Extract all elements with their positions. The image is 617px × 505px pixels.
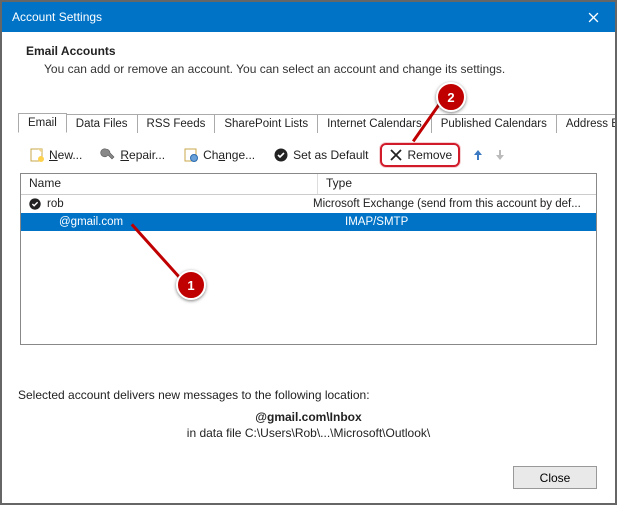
row-name: rob xyxy=(47,198,64,210)
remove-button[interactable]: Remove xyxy=(380,143,461,167)
remove-label: Remove xyxy=(408,148,453,162)
set-default-label: Set as Default xyxy=(293,148,368,162)
tabs-container: Email Data Files RSS Feeds SharePoint Li… xyxy=(18,110,599,345)
repair-label: Repair... xyxy=(120,148,165,162)
tab-data-files[interactable]: Data Files xyxy=(66,114,138,133)
new-icon xyxy=(29,147,45,163)
table-row[interactable]: rob Microsoft Exchange (send from this a… xyxy=(21,195,596,213)
tab-internet-calendars[interactable]: Internet Calendars xyxy=(317,114,432,133)
table-row[interactable]: @gmail.com IMAP/SMTP xyxy=(21,213,596,231)
tab-email[interactable]: Email xyxy=(18,113,67,133)
account-settings-window: Account Settings Email Accounts You can … xyxy=(0,0,617,505)
set-default-button[interactable]: Set as Default xyxy=(266,143,375,167)
tab-sharepoint-lists[interactable]: SharePoint Lists xyxy=(214,114,318,133)
header: Email Accounts You can add or remove an … xyxy=(2,32,615,80)
repair-button[interactable]: Repair... xyxy=(93,143,172,167)
row-type: IMAP/SMTP xyxy=(339,216,596,228)
tab-address-books[interactable]: Address Books xyxy=(556,114,617,133)
col-name[interactable]: Name xyxy=(21,174,318,194)
window-close-button[interactable] xyxy=(571,2,615,32)
reorder-arrows xyxy=(470,147,508,163)
toolbar: New... Repair... Change... xyxy=(18,137,599,173)
close-button[interactable]: Close xyxy=(513,466,597,489)
default-account-icon xyxy=(27,196,43,212)
footer-info: Selected account delivers new messages t… xyxy=(18,388,599,440)
arrow-down-icon[interactable] xyxy=(492,147,508,163)
check-circle-icon xyxy=(273,147,289,163)
change-button[interactable]: Change... xyxy=(176,143,262,167)
tab-rss-feeds[interactable]: RSS Feeds xyxy=(137,114,216,133)
tab-published-calendars[interactable]: Published Calendars xyxy=(431,114,557,133)
repair-icon xyxy=(100,147,116,163)
header-title: Email Accounts xyxy=(26,44,597,58)
annotation-badge-1: 1 xyxy=(176,270,206,300)
col-type[interactable]: Type xyxy=(318,174,596,194)
titlebar: Account Settings xyxy=(2,2,615,32)
grid-header: Name Type xyxy=(21,174,596,195)
grid-body: rob Microsoft Exchange (send from this a… xyxy=(21,195,596,231)
annotation-badge-2: 2 xyxy=(436,82,466,112)
new-label: New... xyxy=(49,148,82,162)
change-label: Change... xyxy=(203,148,255,162)
footer-line1: Selected account delivers new messages t… xyxy=(18,388,599,402)
row-name: @gmail.com xyxy=(59,216,123,228)
change-icon xyxy=(183,147,199,163)
header-subtitle: You can add or remove an account. You ca… xyxy=(44,62,597,76)
tab-row: Email Data Files RSS Feeds SharePoint Li… xyxy=(18,110,599,133)
arrow-up-icon[interactable] xyxy=(470,147,486,163)
footer-line3: in data file C:\Users\Rob\...\Microsoft\… xyxy=(18,426,599,440)
content-area: Email Accounts You can add or remove an … xyxy=(2,32,615,503)
accounts-grid: Name Type rob Microsoft Exchange (send f… xyxy=(20,173,597,345)
footer-line2: @gmail.com\Inbox xyxy=(18,410,599,424)
row-type: Microsoft Exchange (send from this accou… xyxy=(307,198,596,210)
window-title: Account Settings xyxy=(12,10,102,24)
close-icon xyxy=(588,12,599,23)
new-button[interactable]: New... xyxy=(22,143,89,167)
remove-icon xyxy=(388,147,404,163)
